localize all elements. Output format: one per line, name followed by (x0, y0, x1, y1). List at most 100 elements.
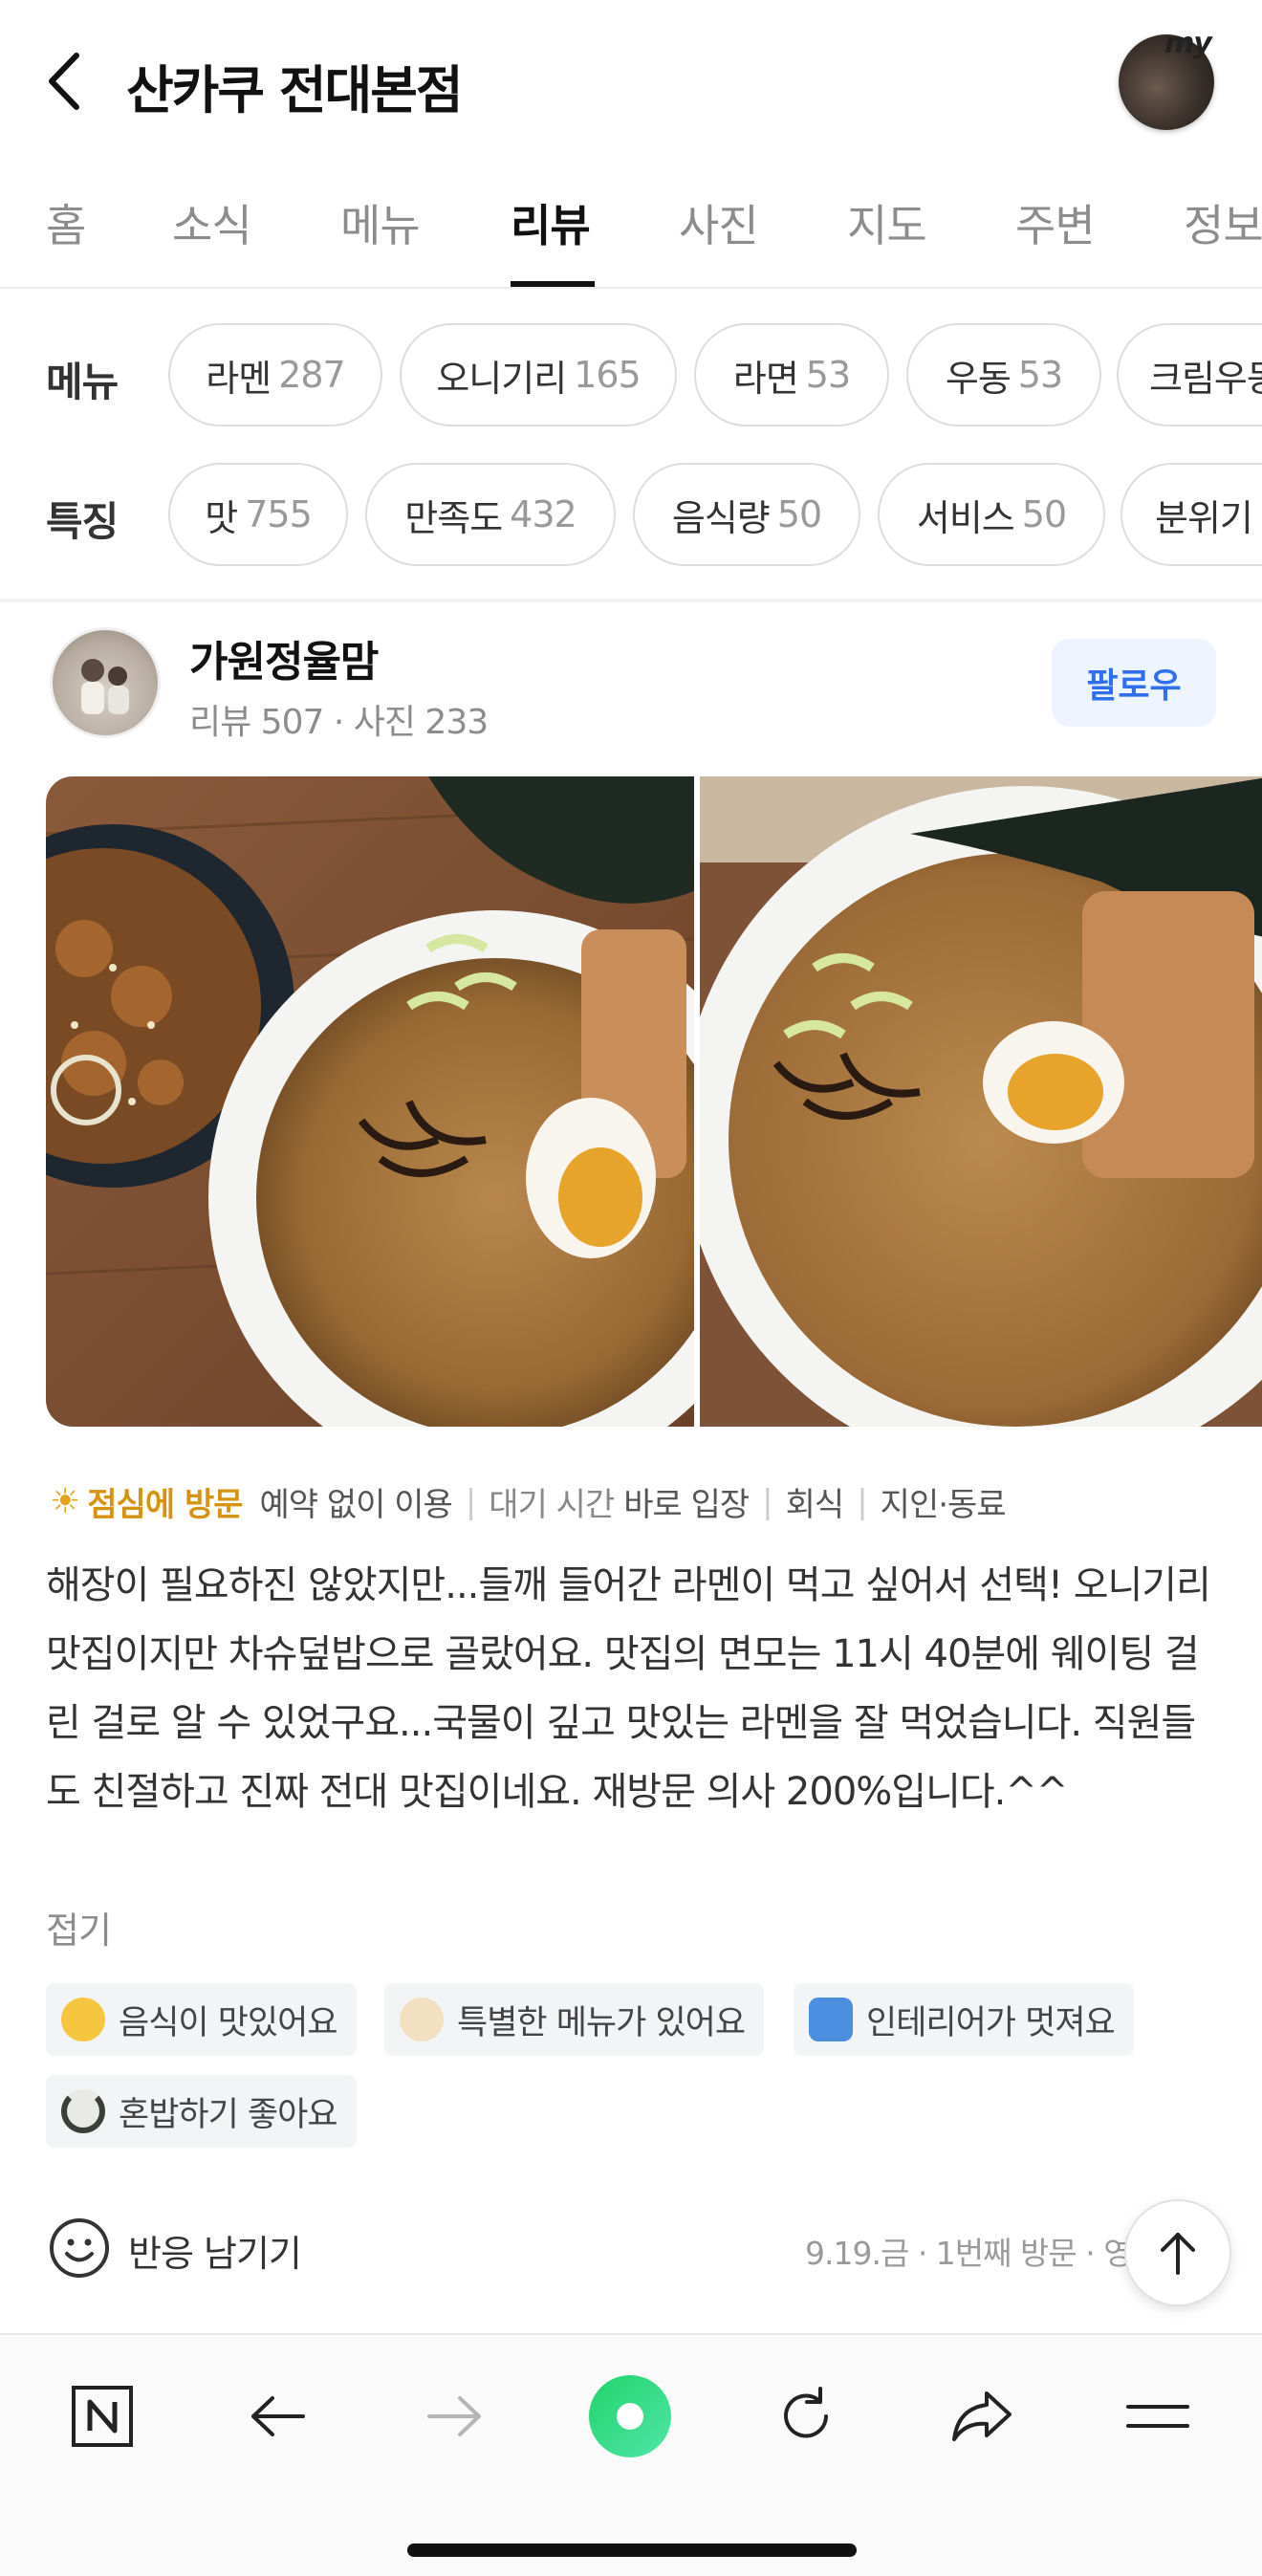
review-body: 해장이 필요하진 않았지만...들깨 들어간 라멘이 먹고 싶어서 선택! 오니… (46, 1563, 1211, 1814)
chip-name: 서비스 (916, 496, 1015, 539)
chip-name: 만족도 (404, 496, 503, 539)
fold-link[interactable]: 접기 (46, 1901, 112, 1954)
reviewer-avatar[interactable] (50, 627, 161, 738)
arrow-up-icon (1161, 2233, 1195, 2275)
menu-chip-udon[interactable]: 우동 53 (906, 323, 1101, 426)
my-profile-label: my (1164, 27, 1212, 60)
tab-reviews[interactable]: 리뷰 (511, 191, 591, 254)
chevron-left-icon (49, 53, 79, 110)
tab-map[interactable]: 지도 (847, 191, 927, 254)
keyword-tag: 음식이 맛있어요 (46, 1983, 357, 2056)
leave-reaction-button[interactable]: 반응 남기기 (128, 2224, 302, 2277)
ramen-photo-image (46, 776, 694, 1427)
menu-filter-row: 메뉴 라멘287 오니기리165 라면53 우동53 크림우동 (0, 323, 1262, 428)
tag-label: 음식이 맛있어요 (119, 2003, 338, 2042)
refresh-button[interactable] (763, 2373, 849, 2459)
menu-filter-label: 메뉴 (46, 359, 119, 405)
naver-green-dot-button[interactable] (587, 2373, 673, 2459)
menu-chip-ramen[interactable]: 라멘 287 (168, 323, 382, 426)
review-photo-carousel[interactable] (46, 776, 1262, 1427)
tag-label: 혼밥하기 좋아요 (119, 2095, 338, 2134)
visit-purpose: 회식 (785, 1486, 845, 1524)
visit-wait-label: 대기 시간 (489, 1486, 615, 1524)
visit-wait-value: 바로 입장 (623, 1486, 750, 1524)
review-photo-1[interactable] (46, 776, 694, 1427)
chip-count: 432 (510, 493, 577, 535)
reviewer-name[interactable]: 가원정율맘 (189, 627, 379, 688)
visit-meta: 9.19.금 · 1번째 방문 · 영 (805, 2235, 1133, 2272)
tab-bar: 홈 소식 메뉴 리뷰 사진 지도 주변 정보 (0, 172, 1262, 289)
back-arrow-icon (251, 2396, 305, 2436)
chip-count: 50 (776, 493, 822, 535)
reviewer-stats: 리뷰 507 · 사진 233 (189, 703, 489, 742)
forward-arrow-icon (427, 2396, 481, 2436)
tab-news[interactable]: 소식 (172, 191, 252, 254)
home-indicator (407, 2543, 857, 2557)
page-title: 산카쿠 전대본점 (126, 60, 464, 120)
back-button[interactable] (40, 48, 88, 115)
tab-menu[interactable]: 메뉴 (340, 191, 421, 254)
section-divider (0, 599, 1262, 602)
scroll-top-button[interactable] (1124, 2199, 1231, 2306)
separator: | (857, 1482, 868, 1521)
chip-count: 165 (574, 354, 642, 396)
header: 산카쿠 전대본점 my (0, 0, 1262, 163)
separator: | (465, 1482, 477, 1521)
refresh-icon (784, 2387, 828, 2438)
keyword-tag: 특별한 메뉴가 있어요 (384, 1983, 765, 2056)
visit-info: ☀ 점심에 방문 예약 없이 이용 | 대기 시간 바로 입장 | 회식 | 지… (50, 1478, 1007, 1525)
sun-icon: ☀ (50, 1482, 80, 1521)
review-photo-2[interactable] (700, 776, 1262, 1427)
chip-name: 음식량 (671, 496, 771, 539)
browser-bottom-bar (0, 2333, 1262, 2576)
separator: | (762, 1482, 773, 1521)
ramen-photo-image (700, 776, 1262, 1427)
tab-info[interactable]: 정보 (1184, 191, 1262, 254)
menu-button[interactable] (1115, 2373, 1201, 2459)
menu-chip-onigiri[interactable]: 오니기리 165 (400, 323, 677, 426)
visit-companion: 지인·동료 (880, 1486, 1007, 1524)
tag-label: 특별한 메뉴가 있어요 (457, 2003, 746, 2042)
chip-name: 크림우동 (1149, 357, 1262, 400)
smile-emoji-icon (61, 1997, 105, 2041)
feature-filter-label: 특징 (46, 498, 119, 545)
tab-photos[interactable]: 사진 (679, 191, 759, 254)
share-button[interactable] (939, 2373, 1025, 2459)
chip-name: 맛 (205, 496, 238, 539)
chip-count: 50 (1021, 493, 1067, 535)
tag-label: 인테리어가 멋져요 (866, 2003, 1116, 2042)
active-tab-indicator (511, 281, 595, 287)
feature-chip-satisfaction[interactable]: 만족도 432 (365, 463, 616, 566)
tab-nearby[interactable]: 주변 (1015, 191, 1096, 254)
browser-back-button[interactable] (235, 2373, 321, 2459)
browser-forward-button[interactable] (411, 2373, 497, 2459)
chip-name: 우동 (945, 357, 1012, 400)
smile-outline-icon[interactable] (48, 2216, 111, 2280)
naver-home-icon (72, 2386, 133, 2447)
chip-name: 분위기 (1155, 496, 1253, 539)
menu-chip-ramyeon[interactable]: 라면 53 (694, 323, 889, 426)
follow-button[interactable]: 팔로우 (1052, 639, 1216, 727)
chip-count: 755 (245, 493, 313, 535)
reviewer-photo-icon (81, 659, 129, 714)
naver-green-dot-icon (589, 2375, 671, 2457)
chip-count: 53 (1017, 354, 1063, 396)
visit-reservation: 예약 없이 이용 (259, 1486, 453, 1524)
keyword-tag: 인테리어가 멋져요 (794, 1983, 1134, 2056)
keyword-tag: 혼밥하기 좋아요 (46, 2075, 357, 2148)
share-icon (952, 2391, 1012, 2441)
naver-home-button[interactable] (59, 2373, 145, 2459)
menu-icon (1126, 2405, 1189, 2428)
feature-chip-mood[interactable]: 분위기 (1121, 463, 1262, 566)
menu-chip-cream-udon[interactable]: 크림우동 (1117, 323, 1262, 426)
feature-chip-service[interactable]: 서비스 50 (878, 463, 1105, 566)
feature-filter-row: 특징 맛 755 만족도 432 음식량 50 서비스 50 분위기 (0, 463, 1262, 568)
tab-home[interactable]: 홈 (46, 191, 86, 254)
sofa-emoji-icon (809, 1997, 853, 2041)
chip-name: 라멘 (206, 357, 272, 400)
chip-name: 라면 (732, 357, 799, 400)
feature-chip-taste[interactable]: 맛 755 (168, 463, 348, 566)
chef-emoji-icon (400, 1997, 444, 2041)
chip-count: 53 (805, 354, 851, 396)
feature-chip-portion[interactable]: 음식량 50 (633, 463, 860, 566)
